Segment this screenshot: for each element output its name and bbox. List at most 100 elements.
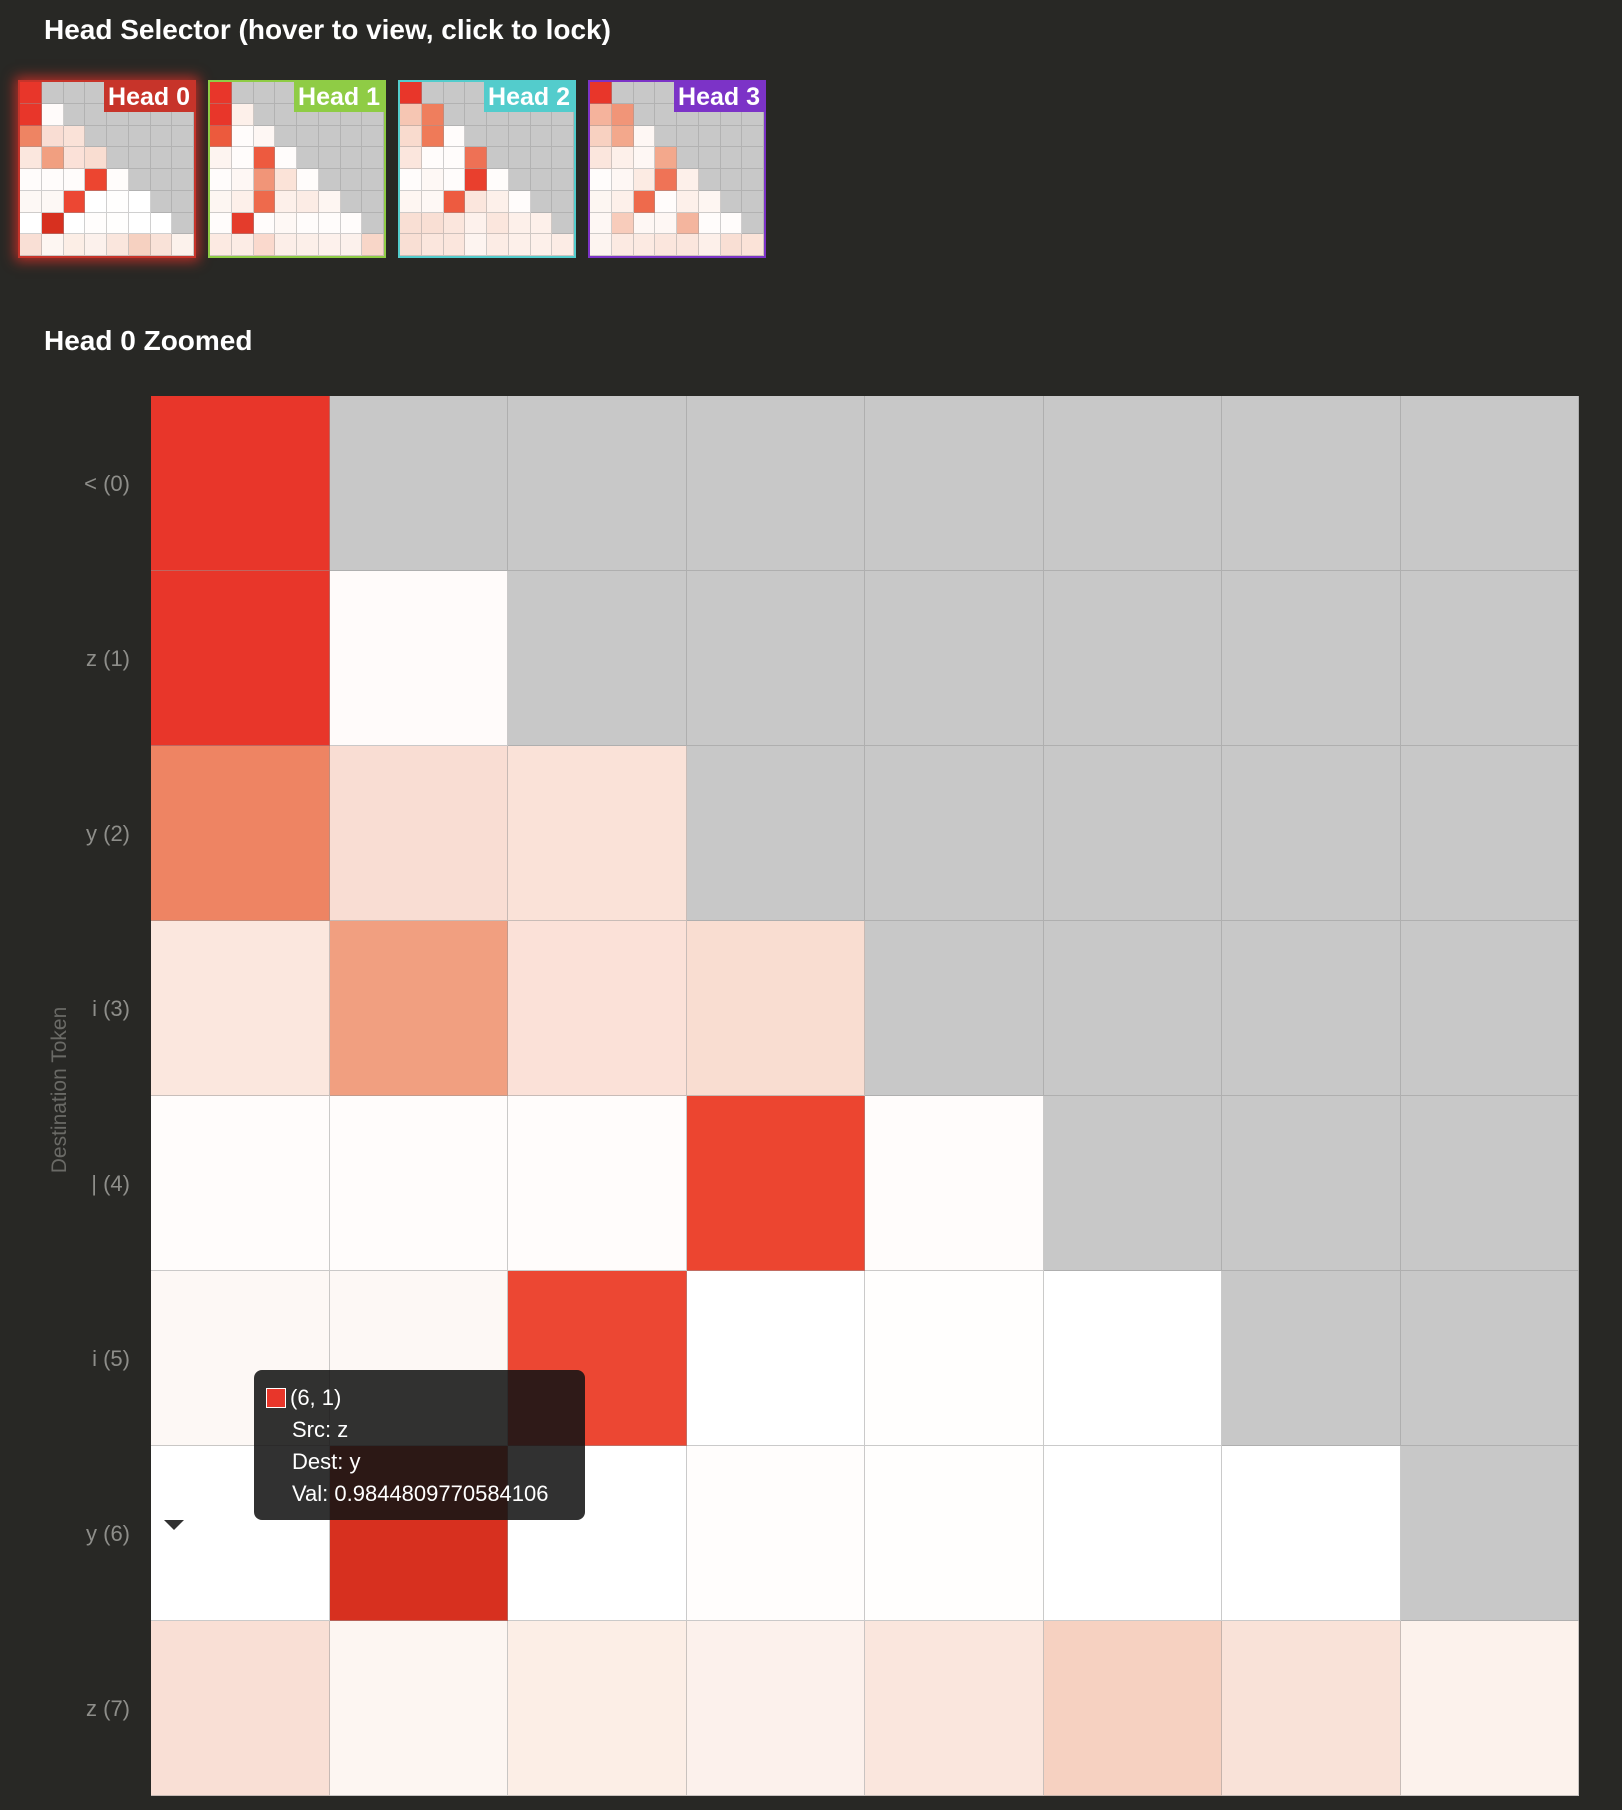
thumbnail-cell: [742, 147, 764, 169]
thumbnail-cell: [742, 169, 764, 191]
thumbnail-cell: [465, 212, 487, 235]
thumbnail-cell: [41, 234, 64, 256]
heatmap-cell[interactable]: [151, 571, 330, 746]
thumbnail-cell: [677, 125, 699, 148]
heatmap-cell[interactable]: [1222, 1096, 1401, 1271]
thumbnail-cell: [677, 147, 699, 169]
heatmap-cell[interactable]: [151, 1621, 330, 1796]
heatmap-cell[interactable]: [865, 396, 1044, 571]
heatmap-cell[interactable]: [508, 1096, 687, 1271]
thumbnail-cell: [297, 125, 319, 148]
thumbnail-cell: [465, 190, 487, 213]
heatmap-cell[interactable]: [1043, 1271, 1222, 1446]
heatmap-cell[interactable]: [686, 1621, 865, 1796]
heatmap-cell[interactable]: [329, 1096, 508, 1271]
head-thumbnail-0[interactable]: Head 0: [18, 80, 196, 258]
heatmap-cell[interactable]: [508, 1621, 687, 1796]
heatmap-cell[interactable]: [151, 921, 330, 1096]
tooltip-position: (6, 1): [290, 1385, 342, 1410]
thumbnail-cell: [508, 212, 531, 235]
thumbnail-cell: [552, 190, 574, 213]
heatmap-cell[interactable]: [686, 1096, 865, 1271]
thumbnail-cell: [633, 234, 656, 256]
thumbnail-cell: [720, 190, 743, 213]
heatmap-cell[interactable]: [1222, 921, 1401, 1096]
tooltip-src: Src: z: [292, 1417, 349, 1442]
heatmap-cell[interactable]: [1043, 1621, 1222, 1796]
heatmap-cell[interactable]: [1222, 396, 1401, 571]
heatmap-cell[interactable]: [1400, 1446, 1579, 1621]
thumbnail-cell: [107, 169, 129, 191]
heatmap-cell[interactable]: [686, 921, 865, 1096]
heatmap-cell[interactable]: [151, 746, 330, 921]
thumbnail-cell: [633, 212, 656, 235]
thumbnail-cell: [231, 212, 254, 235]
thumbnail-cell: [421, 234, 444, 256]
heatmap-cell[interactable]: [1222, 1446, 1401, 1621]
heatmap-cell[interactable]: [329, 921, 508, 1096]
heatmap-cell[interactable]: [865, 1096, 1044, 1271]
head-label: Head 0: [104, 82, 194, 112]
heatmap-cell[interactable]: [1222, 1271, 1401, 1446]
tooltip-arrow: [164, 1520, 184, 1530]
heatmap-cell[interactable]: [151, 396, 330, 571]
heatmap-cell[interactable]: [865, 1446, 1044, 1621]
thumbnail-cell: [362, 234, 384, 256]
heatmap-cell[interactable]: [686, 571, 865, 746]
head-thumbnail-3[interactable]: Head 3: [588, 80, 766, 258]
thumbnail-cell: [552, 234, 574, 256]
heatmap-cell[interactable]: [686, 1446, 865, 1621]
head-label: Head 3: [674, 82, 764, 112]
heatmap-cell[interactable]: [865, 921, 1044, 1096]
thumbnail-cell: [231, 147, 254, 169]
thumbnail-cell: [611, 212, 634, 235]
heatmap-cell[interactable]: [1043, 1446, 1222, 1621]
heatmap-cell[interactable]: [865, 1271, 1044, 1446]
heatmap-cell[interactable]: [686, 746, 865, 921]
heatmap-cell[interactable]: [508, 571, 687, 746]
thumbnail-cell: [465, 234, 487, 256]
heatmap-cell[interactable]: [1400, 1096, 1579, 1271]
head-thumbnail-1[interactable]: Head 1: [208, 80, 386, 258]
heatmap-cell[interactable]: [508, 921, 687, 1096]
heatmap-cell[interactable]: [1400, 396, 1579, 571]
heatmap-cell[interactable]: [1222, 746, 1401, 921]
heatmap-cell[interactable]: [329, 746, 508, 921]
thumbnail-cell: [443, 169, 466, 191]
heatmap-cell[interactable]: [865, 1621, 1044, 1796]
thumbnail-cell: [400, 169, 422, 191]
heatmap-cell[interactable]: [508, 746, 687, 921]
thumbnail-cell: [742, 190, 764, 213]
thumbnail-cell: [590, 147, 612, 169]
thumbnail-cell: [210, 147, 232, 169]
heatmap-cell[interactable]: [1043, 746, 1222, 921]
heatmap-cell[interactable]: [1043, 1096, 1222, 1271]
heatmap-cell[interactable]: [1400, 1271, 1579, 1446]
heatmap-cell[interactable]: [329, 571, 508, 746]
thumbnail-cell: [297, 147, 319, 169]
thumbnail-cell: [611, 82, 634, 104]
heatmap-cell[interactable]: [686, 396, 865, 571]
heatmap-cell[interactable]: [151, 1096, 330, 1271]
heatmap-cell[interactable]: [1400, 746, 1579, 921]
thumbnail-cell: [362, 169, 384, 191]
heatmap-cell[interactable]: [1222, 571, 1401, 746]
heatmap-cell[interactable]: [1043, 571, 1222, 746]
heatmap-cell[interactable]: [1400, 1621, 1579, 1796]
head-thumbnail-2[interactable]: Head 2: [398, 80, 576, 258]
heatmap-cell[interactable]: [1043, 921, 1222, 1096]
heatmap-cell[interactable]: [329, 396, 508, 571]
thumbnail-cell: [63, 190, 86, 213]
thumbnail-cell: [41, 103, 64, 126]
heatmap-cell[interactable]: [1400, 571, 1579, 746]
heatmap-cell[interactable]: [865, 571, 1044, 746]
thumbnail-cell: [487, 212, 509, 235]
heatmap-cell[interactable]: [1043, 396, 1222, 571]
thumbnail-cell: [231, 103, 254, 126]
heatmap-cell[interactable]: [865, 746, 1044, 921]
heatmap-cell[interactable]: [329, 1621, 508, 1796]
heatmap-cell[interactable]: [508, 396, 687, 571]
heatmap-cell[interactable]: [686, 1271, 865, 1446]
heatmap-cell[interactable]: [1400, 921, 1579, 1096]
heatmap-cell[interactable]: [1222, 1621, 1401, 1796]
